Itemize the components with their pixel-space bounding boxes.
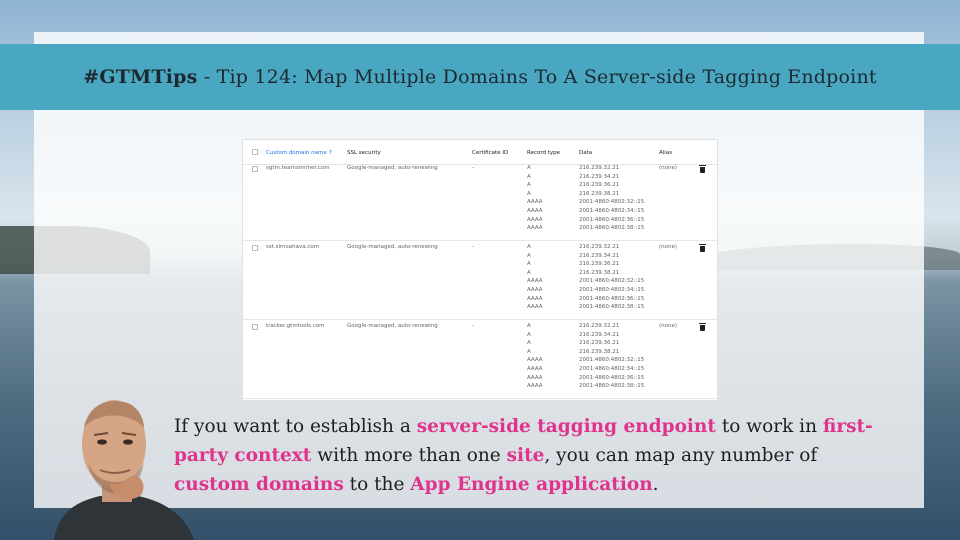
record-type-cell: A A A A AAAA AAAA AAAA AAAA	[527, 244, 543, 311]
alias-cell: (none)	[659, 244, 678, 250]
table-row: sst.simoahava.com Google-managed, auto-r…	[243, 241, 717, 320]
domain-cell: sgtm.teamsimmer.com	[266, 165, 330, 171]
row-checkbox[interactable]	[252, 245, 258, 251]
tip-caption: If you want to establish a server-side t…	[174, 412, 894, 499]
record-type-cell: A A A A AAAA AAAA AAAA AAAA	[527, 323, 543, 390]
ssl-cell: Google-managed, auto-renewing	[347, 323, 438, 329]
select-all-checkbox[interactable]	[252, 149, 258, 155]
caption-highlight: server-side tagging endpoint	[416, 416, 716, 437]
title-hashtag: #GTMTips	[83, 66, 198, 88]
domain-cell: sst.simoahava.com	[266, 244, 320, 250]
column-header-ssl[interactable]: SSL security	[347, 150, 381, 156]
column-header-certificate[interactable]: Certificate ID	[472, 150, 508, 156]
certificate-cell: -	[472, 323, 474, 329]
certificate-cell: -	[472, 165, 474, 171]
alias-cell: (none)	[659, 323, 678, 329]
caption-text: to the	[343, 474, 411, 495]
alias-cell: (none)	[659, 165, 678, 171]
caption-text: to work in	[715, 416, 823, 437]
certificate-cell: -	[472, 244, 474, 250]
trash-icon[interactable]	[699, 244, 706, 252]
ssl-cell: Google-managed, auto-renewing	[347, 244, 438, 250]
domain-cell: tracker.gtmtools.com	[266, 323, 325, 329]
caption-text: , you can map any number of	[544, 445, 818, 466]
title-banner: #GTMTips - Tip 124: Map Multiple Domains…	[0, 44, 960, 110]
data-cell: 216.239.32.21 216.239.34.21 216.239.36.2…	[579, 244, 645, 311]
caption-highlight: App Engine application	[410, 474, 653, 495]
caption-text: .	[652, 474, 659, 495]
table-row: tracker.gtmtools.com Google-managed, aut…	[243, 320, 717, 399]
column-header-alias[interactable]: Alias	[659, 150, 672, 156]
trash-icon[interactable]	[699, 323, 706, 331]
data-cell: 216.239.32.21 216.239.34.21 216.239.36.2…	[579, 165, 645, 232]
row-checkbox[interactable]	[252, 324, 258, 330]
caption-highlight: site	[506, 445, 545, 466]
data-cell: 216.239.32.21 216.239.34.21 216.239.36.2…	[579, 323, 645, 390]
row-checkbox[interactable]	[252, 166, 258, 172]
table-row: sgtm.teamsimmer.com Google-managed, auto…	[243, 162, 717, 241]
caption-text: If you want to establish a	[174, 416, 417, 437]
caption-text: with more than one	[311, 445, 507, 466]
column-header-data[interactable]: Data	[579, 150, 592, 156]
column-header-record-type[interactable]: Record type	[527, 150, 560, 156]
record-type-cell: A A A A AAAA AAAA AAAA AAAA	[527, 165, 543, 232]
domain-mapping-table: Custom domain name ↑ SSL security Certif…	[242, 139, 718, 401]
avatar	[54, 400, 194, 540]
title-text: - Tip 124: Map Multiple Domains To A Ser…	[197, 66, 877, 88]
ssl-cell: Google-managed, auto-renewing	[347, 165, 438, 171]
trash-icon[interactable]	[699, 165, 706, 173]
page-title: #GTMTips - Tip 124: Map Multiple Domains…	[83, 66, 876, 88]
column-header-domain[interactable]: Custom domain name ↑	[266, 150, 333, 156]
